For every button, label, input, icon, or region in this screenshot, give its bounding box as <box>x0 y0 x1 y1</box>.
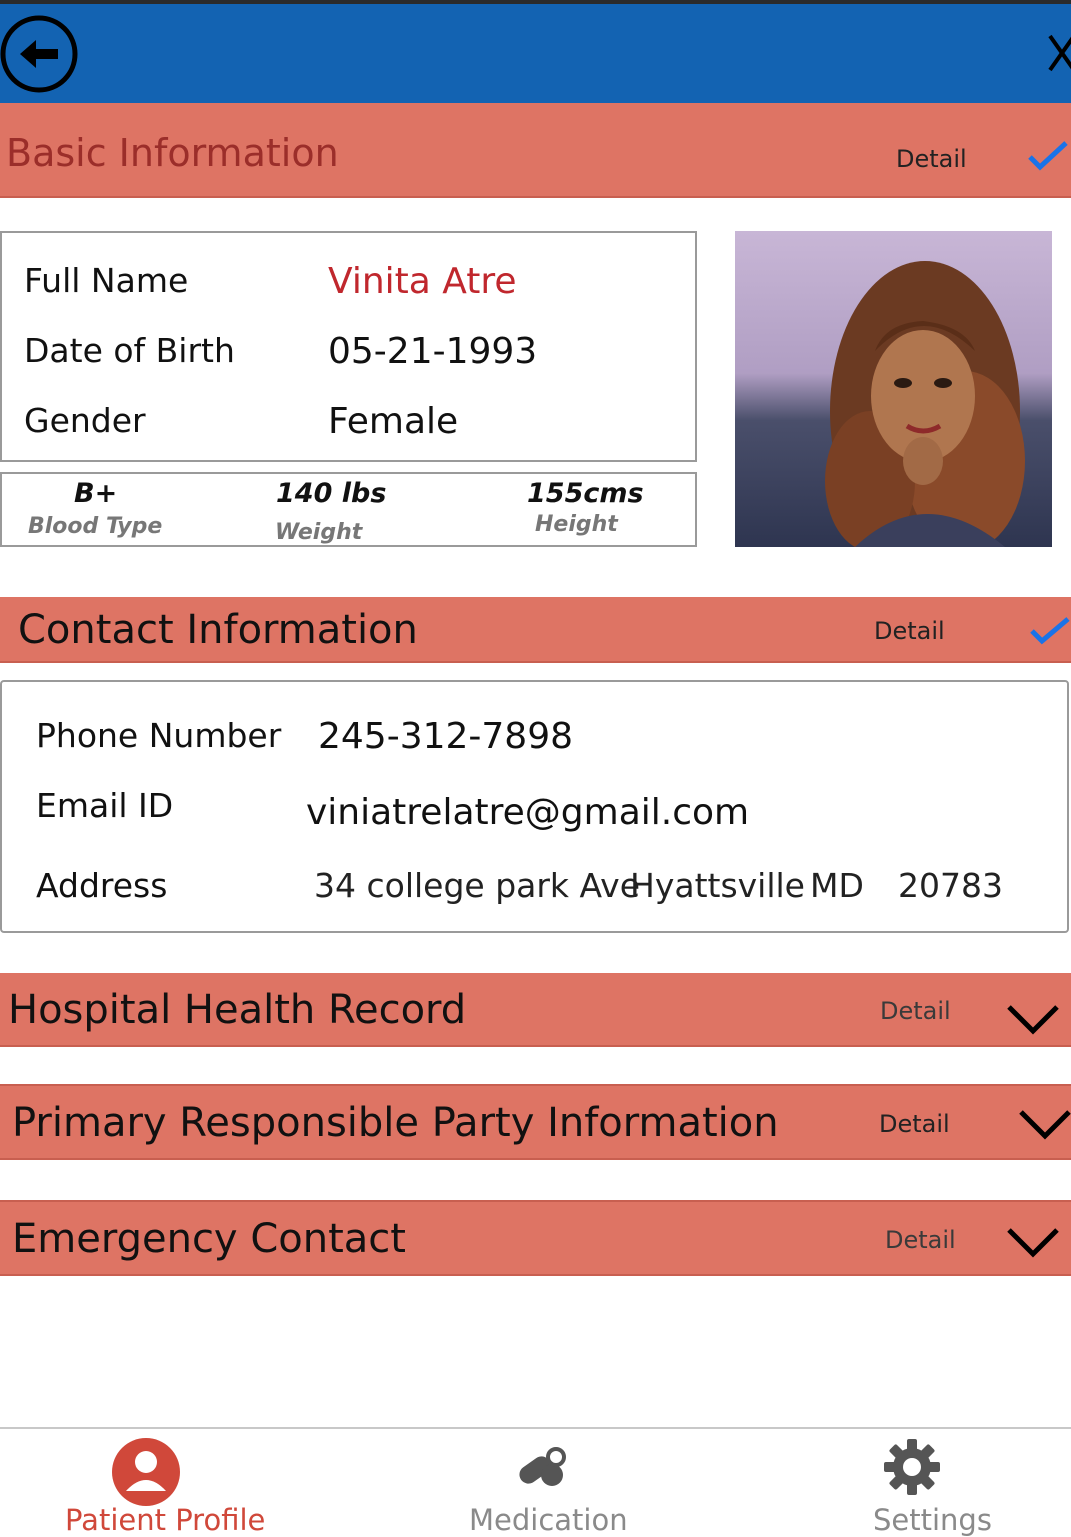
detail-button[interactable]: Detail <box>885 1226 956 1254</box>
gender-label: Gender <box>24 401 146 440</box>
detail-button[interactable]: Detail <box>896 145 967 173</box>
section-title: Basic Information <box>6 131 339 175</box>
section-title: Contact Information <box>18 607 418 653</box>
gear-icon <box>884 1439 940 1495</box>
phone-label: Phone Number <box>36 716 282 755</box>
nav-label: Patient Profile <box>65 1503 266 1537</box>
user-icon <box>112 1438 180 1506</box>
checkmark-icon <box>1028 141 1068 171</box>
close-icon <box>1048 34 1071 72</box>
nav-tab-medication[interactable]: Medication <box>460 1429 640 1537</box>
email-label: Email ID <box>36 786 174 825</box>
address-street: 34 college park Ave <box>314 866 641 905</box>
pills-icon <box>519 1447 566 1486</box>
contact-info-header[interactable]: Contact Information Detail <box>0 597 1071 663</box>
hospital-record-header[interactable]: Hospital Health Record Detail <box>0 973 1071 1047</box>
detail-button[interactable]: Detail <box>880 997 951 1025</box>
back-arrow-icon <box>0 15 78 93</box>
nav-tab-settings[interactable]: Settings <box>860 1429 1000 1537</box>
address-zip: 20783 <box>898 866 1003 905</box>
basic-info-card: Full Name Vinita Atre Date of Birth 05-2… <box>0 231 697 462</box>
address-state: MD <box>810 866 864 905</box>
dob-value: 05-21-1993 <box>328 331 538 372</box>
section-title: Primary Responsible Party Information <box>12 1100 779 1146</box>
top-bar <box>0 0 1071 103</box>
vitals-card: B+ Blood Type 140 lbs Weight 155cms Heig… <box>0 472 697 547</box>
section-title: Emergency Contact <box>12 1216 406 1262</box>
nav-tab-patient-profile[interactable]: Patient Profile <box>60 1429 265 1537</box>
height-value: 155cms <box>527 478 644 509</box>
dob-label: Date of Birth <box>24 331 235 370</box>
nav-label: Settings <box>873 1503 992 1537</box>
full-name-label: Full Name <box>24 261 189 300</box>
address-city: Hyattsville <box>630 866 805 905</box>
weight-value: 140 lbs <box>276 478 387 509</box>
patient-photo <box>735 231 1052 547</box>
bottom-nav: Patient Profile Medication Settings <box>0 1427 1071 1537</box>
detail-button[interactable]: Detail <box>879 1110 950 1138</box>
gender-value: Female <box>328 401 459 442</box>
section-title: Hospital Health Record <box>8 987 467 1033</box>
contact-info-card: Phone Number 245-312-7898 Email ID vinia… <box>0 680 1069 933</box>
back-button[interactable] <box>0 14 78 94</box>
emergency-contact-header[interactable]: Emergency Contact Detail <box>0 1200 1071 1276</box>
email-value: viniatrelatre@gmail.com <box>306 792 750 833</box>
responsible-party-header[interactable]: Primary Responsible Party Information De… <box>0 1084 1071 1160</box>
chevron-down-icon[interactable] <box>1006 1003 1060 1035</box>
basic-info-header[interactable]: Basic Information Detail <box>0 103 1071 198</box>
full-name-value: Vinita Atre <box>328 261 517 302</box>
close-button[interactable] <box>1040 30 1071 78</box>
phone-value: 245-312-7898 <box>318 716 574 757</box>
height-label: Height <box>535 512 618 537</box>
chevron-down-icon[interactable] <box>1006 1226 1060 1258</box>
address-label: Address <box>36 866 168 905</box>
chevron-down-icon[interactable] <box>1018 1108 1071 1140</box>
blood-type-label: Blood Type <box>28 514 163 539</box>
weight-label: Weight <box>275 520 363 545</box>
checkmark-icon <box>1030 617 1070 645</box>
detail-button[interactable]: Detail <box>874 617 945 645</box>
nav-label: Medication <box>469 1503 628 1537</box>
blood-type-value: B+ <box>74 478 118 509</box>
